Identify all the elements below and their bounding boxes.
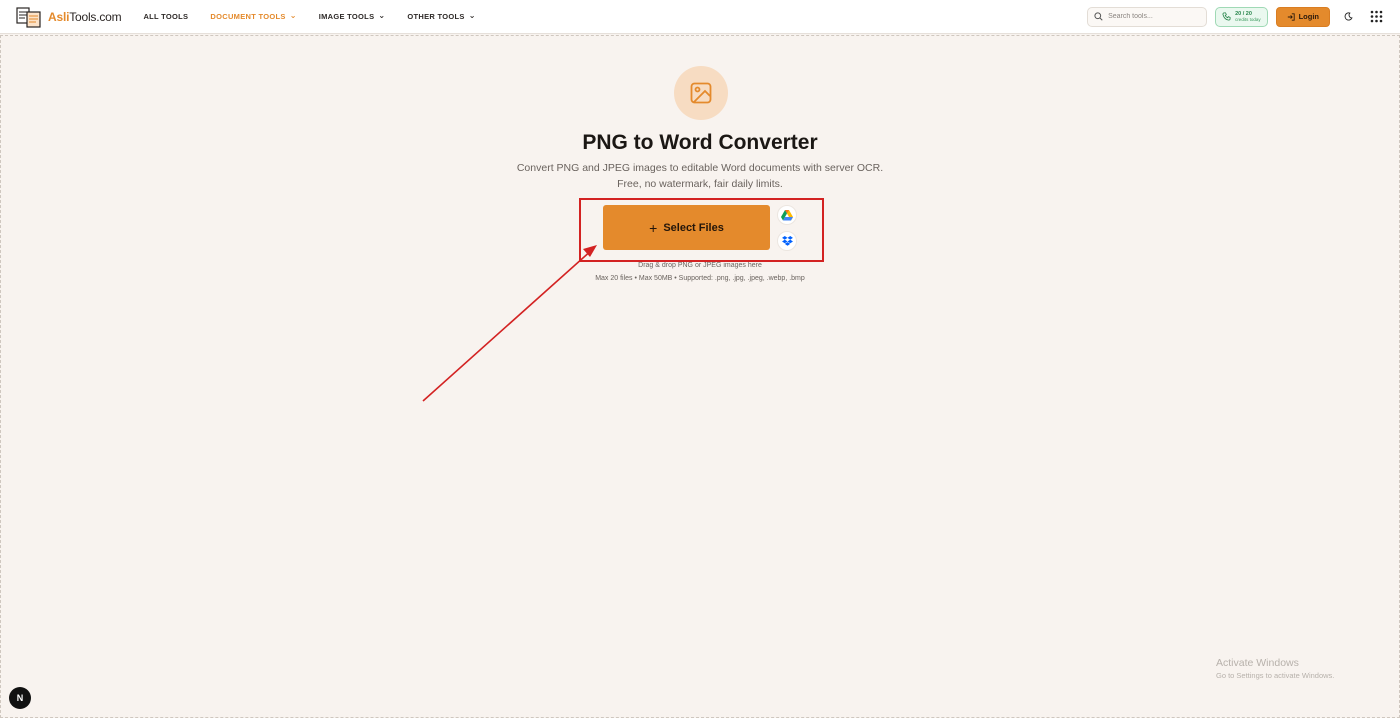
- nav-document-tools-label: DOCUMENT TOOLS: [210, 12, 286, 21]
- logo-text-suffix: Tools.com: [69, 9, 122, 24]
- login-label: Login: [1298, 12, 1319, 21]
- search-icon: [1094, 12, 1103, 21]
- annotation-highlight-box: [579, 198, 824, 262]
- login-icon: [1287, 12, 1295, 21]
- apps-menu-button[interactable]: [1366, 7, 1386, 27]
- nav-image-tools-label: IMAGE TOOLS: [318, 12, 375, 21]
- watermark-subtitle: Go to Settings to activate Windows.: [1216, 671, 1335, 680]
- phone-icon: [1222, 12, 1231, 21]
- subtitle-line-1: Convert PNG and JPEG images to editable …: [516, 162, 884, 174]
- top-navigation-bar: AsliTools.com ALL TOOLS DOCUMENT TOOLS ⌄…: [0, 0, 1400, 34]
- credits-text: 20 / 20 credits today: [1235, 11, 1261, 23]
- logo-text-prefix: Asli: [48, 9, 70, 24]
- badge-letter: N: [16, 693, 24, 703]
- main-nav: ALL TOOLS DOCUMENT TOOLS ⌄ IMAGE TOOLS ⌄…: [143, 11, 476, 21]
- moon-icon: [1344, 12, 1353, 21]
- subtitle-line-2: Free, no watermark, fair daily limits.: [617, 178, 783, 190]
- page-subtitle: Convert PNG and JPEG images to editable …: [500, 160, 900, 192]
- file-limits-hint: Max 20 files • Max 50MB • Supported: .pn…: [595, 275, 805, 282]
- site-logo[interactable]: AsliTools.com: [16, 6, 122, 28]
- logo-document-icon: [16, 6, 41, 28]
- nav-all-tools-label: ALL TOOLS: [143, 12, 189, 21]
- nav-document-tools[interactable]: DOCUMENT TOOLS ⌄: [210, 11, 297, 21]
- search-input[interactable]: [1108, 13, 1199, 20]
- annotation-arrow: [422, 245, 597, 402]
- chevron-down-icon: ⌄: [289, 11, 297, 20]
- grid-icon: [1370, 10, 1382, 23]
- logo-text: AsliTools.com: [48, 9, 122, 24]
- page-title: PNG to Word Converter: [582, 131, 818, 154]
- dev-indicator-badge[interactable]: N: [9, 687, 31, 709]
- image-icon: [690, 82, 712, 104]
- login-button[interactable]: Login: [1275, 6, 1330, 27]
- theme-toggle-button[interactable]: [1338, 7, 1358, 27]
- nav-other-tools[interactable]: OTHER TOOLS ⌄: [407, 11, 476, 21]
- nav-other-tools-label: OTHER TOOLS: [407, 12, 465, 21]
- watermark-title: Activate Windows: [1216, 657, 1299, 669]
- nav-image-tools[interactable]: IMAGE TOOLS ⌄: [318, 11, 386, 21]
- nav-all-tools[interactable]: ALL TOOLS: [143, 12, 188, 21]
- chevron-down-icon: ⌄: [378, 11, 386, 20]
- credits-label: credits today: [1235, 16, 1261, 22]
- chevron-down-icon: ⌄: [468, 11, 476, 20]
- credits-badge[interactable]: 20 / 20 credits today: [1215, 6, 1268, 27]
- drag-drop-hint: Drag & drop PNG or JPEG images here: [638, 262, 762, 269]
- windows-activation-watermark: Activate Windows Go to Settings to activ…: [1216, 657, 1334, 680]
- header-actions: 20 / 20 credits today Login: [1087, 6, 1386, 27]
- search-box[interactable]: [1087, 6, 1208, 27]
- hero-image-badge: [674, 66, 728, 120]
